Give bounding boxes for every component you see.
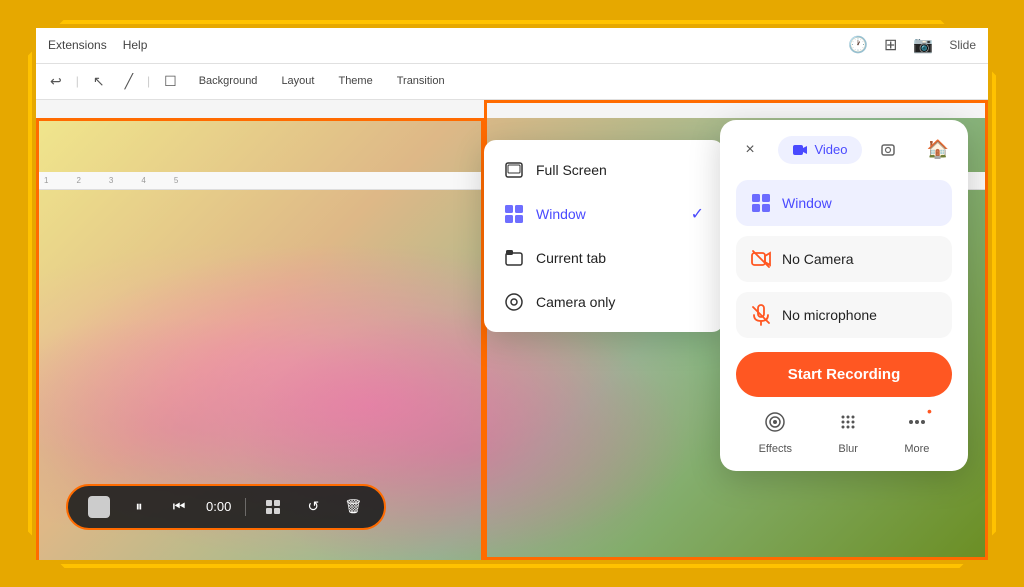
footer-more[interactable]: More <box>904 411 929 455</box>
panel-option-window[interactable]: Window <box>736 180 952 226</box>
effects-icon <box>764 411 786 439</box>
app-area: Extensions Help 🕐 ⊞ 📷 Slide ↩ | ↖ ╱ | ☐ … <box>36 28 988 560</box>
panel-header: × Video <box>736 136 952 164</box>
main-window: Extensions Help 🕐 ⊞ 📷 Slide ↩ | ↖ ╱ | ☐ … <box>32 24 992 564</box>
slideshow-label: Slide <box>949 38 976 52</box>
menu-help[interactable]: Help <box>123 38 148 52</box>
slide-area: 1 2 3 4 5 <box>36 100 988 560</box>
ruler-mark-2: 2 <box>76 176 80 185</box>
toolbar-separator2: | <box>147 74 150 88</box>
window-checkmark: ✓ <box>691 204 704 224</box>
toolbar-transition[interactable]: Transition <box>389 72 453 90</box>
panel-footer: Effects <box>736 411 952 455</box>
dropdown-item-window[interactable]: Window ✓ <box>488 192 720 236</box>
ruler-mark-4: 4 <box>141 176 145 185</box>
history-icon[interactable]: 🕐 <box>848 35 868 55</box>
refresh-button[interactable]: ↺ <box>300 494 326 520</box>
delete-button[interactable]: 🗑 <box>340 494 366 520</box>
panel-close-button[interactable]: × <box>736 136 764 164</box>
time-display: 0:00 <box>206 499 231 514</box>
capture-mode-dropdown: Full Screen Window ✓ <box>484 140 724 332</box>
media-controls-bar: ⏸ ⏮ 0:00 ↺ 🗑 <box>66 484 386 530</box>
rewind-button[interactable]: ⏮ <box>166 494 192 520</box>
footer-effects[interactable]: Effects <box>759 411 792 455</box>
pause-button[interactable]: ⏸ <box>126 494 152 520</box>
toolbar-pointer[interactable]: ↖ <box>87 71 111 92</box>
home-button[interactable]: 🏠 <box>924 136 952 164</box>
dropdown-item-current-tab[interactable]: Current tab <box>488 236 720 280</box>
toolbar-layout[interactable]: Layout <box>273 72 322 90</box>
tab-video-label: Video <box>814 142 847 157</box>
panel-option-no-camera[interactable]: No Camera <box>736 236 952 282</box>
menu-extensions[interactable]: Extensions <box>48 38 107 52</box>
right-recording-panel: × Video <box>720 120 968 471</box>
grid-control-button[interactable] <box>260 494 286 520</box>
tab-video[interactable]: Video <box>778 136 861 164</box>
fullscreen-label: Full Screen <box>536 162 607 178</box>
dropdown-item-fullscreen[interactable]: Full Screen <box>488 148 720 192</box>
no-microphone-opt-label: No microphone <box>782 307 877 323</box>
grid-icon[interactable]: ⊞ <box>884 35 897 55</box>
no-mic-opt-icon <box>750 304 772 326</box>
start-recording-button[interactable]: Start Recording <box>736 352 952 397</box>
fullscreen-icon <box>504 160 524 180</box>
camera-only-icon <box>504 292 524 312</box>
footer-blur[interactable]: Blur <box>837 411 859 455</box>
tab-screenshot[interactable] <box>866 136 910 164</box>
stop-button[interactable] <box>86 494 112 520</box>
window-label: Window <box>536 206 586 222</box>
screenshot-tab-icon <box>880 142 896 158</box>
toolbar-background[interactable]: Background <box>191 72 266 90</box>
toolbar-theme[interactable]: Theme <box>330 72 380 90</box>
blur-icon <box>837 411 859 439</box>
menu-bar: Extensions Help 🕐 ⊞ 📷 Slide <box>36 28 988 64</box>
stop-icon <box>88 496 110 518</box>
camera-only-label: Camera only <box>536 294 615 310</box>
effects-label: Effects <box>759 443 792 455</box>
window-opt-label: Window <box>782 195 832 211</box>
no-camera-opt-label: No Camera <box>782 251 854 267</box>
more-label: More <box>904 443 929 455</box>
panel-option-no-microphone[interactable]: No microphone <box>736 292 952 338</box>
ruler-mark-1: 1 <box>44 176 48 185</box>
toolbar: ↩ | ↖ ╱ | ☐ Background Layout Theme Tran… <box>36 64 988 100</box>
ruler-mark-5: 5 <box>174 176 178 185</box>
toolbar-separator1: | <box>76 74 79 88</box>
toolbar-line[interactable]: ╱ <box>119 71 139 92</box>
ruler-mark-3: 3 <box>109 176 113 185</box>
dropdown-item-camera-only[interactable]: Camera only <box>488 280 720 324</box>
blur-label: Blur <box>838 443 858 455</box>
toolbar-undo[interactable]: ↩ <box>44 71 68 92</box>
window-icon <box>504 204 524 224</box>
no-camera-opt-icon <box>750 248 772 270</box>
window-opt-icon <box>750 192 772 214</box>
controls-divider <box>245 498 246 516</box>
grid-control-icon <box>265 499 281 515</box>
toolbar-add[interactable]: ☐ <box>158 71 183 92</box>
camera-icon[interactable]: 📷 <box>913 35 933 55</box>
more-icon <box>906 411 928 439</box>
current-tab-label: Current tab <box>536 250 606 266</box>
panel-tabs: Video <box>778 136 909 164</box>
video-tab-icon <box>792 142 808 158</box>
tab-icon <box>504 248 524 268</box>
